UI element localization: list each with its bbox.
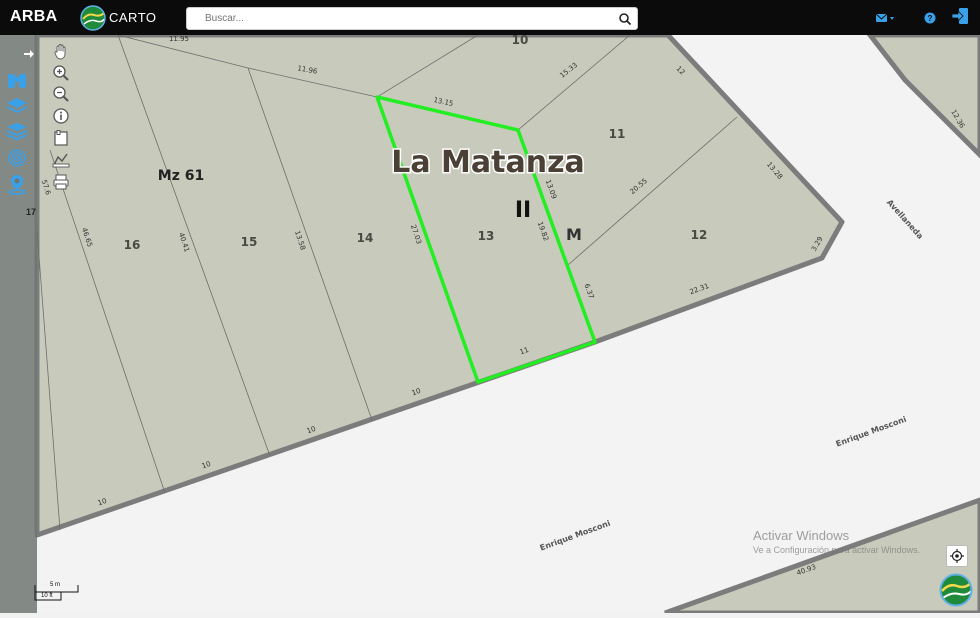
- parcel-10: 10: [512, 35, 529, 47]
- binoculars-icon[interactable]: [5, 69, 29, 91]
- watermark-title: Activar Windows: [753, 528, 850, 543]
- measure: 19.82: [536, 221, 550, 243]
- street-mosconi-upper: Enrique Mosconi: [835, 415, 908, 449]
- bookmark-icon[interactable]: [50, 128, 72, 148]
- measure: 10: [306, 425, 317, 436]
- measure: 10: [411, 387, 422, 398]
- search-box[interactable]: [186, 7, 638, 30]
- measure: 3.29: [810, 235, 825, 253]
- scale-metric: 5 m: [50, 582, 61, 588]
- parcel-map[interactable]: La Matanza II M Mz 61 16 15 14 13 11 12 …: [0, 32, 980, 616]
- measure: 11.95: [169, 35, 189, 43]
- locate-button[interactable]: [946, 545, 968, 567]
- measure: 10: [201, 460, 212, 471]
- layers-icon[interactable]: [5, 95, 29, 117]
- circunscripcion-label: II: [515, 198, 531, 223]
- parcel-14: 14: [357, 231, 374, 245]
- arba-logo[interactable]: ARBA: [10, 8, 57, 26]
- svg-text:?: ?: [928, 14, 933, 23]
- measure: 13.28: [765, 160, 784, 180]
- scale-bar: 5 m 10 ft: [34, 582, 84, 604]
- top-bar: ARBA CARTO ?: [0, 0, 980, 35]
- search-input[interactable]: [187, 8, 607, 29]
- globe-icon: [80, 4, 106, 31]
- watermark-subtitle: Ve a Configuración para activar Windows.: [753, 545, 921, 555]
- measure: 20.55: [628, 177, 648, 196]
- layers-stack-icon[interactable]: [5, 121, 29, 143]
- measure: 46.65: [80, 227, 94, 249]
- map-toolbox: [50, 42, 72, 192]
- seccion-label: M: [566, 225, 582, 244]
- measure-icon[interactable]: [50, 150, 72, 170]
- measure: 40.93: [796, 563, 818, 577]
- scale-imperial: 10 ft: [41, 593, 53, 599]
- parcel-16: 16: [124, 238, 141, 252]
- search-icon[interactable]: [618, 12, 632, 26]
- measure: 12: [674, 65, 686, 77]
- location-icon[interactable]: [5, 173, 29, 195]
- measure: 10: [97, 497, 108, 508]
- hand-icon[interactable]: [50, 42, 72, 62]
- side-label: 17: [26, 207, 37, 217]
- crosshair-icon: [950, 549, 964, 563]
- measure: 13.09: [544, 179, 558, 201]
- parcel-13: 13: [478, 229, 495, 243]
- measure: 13.15: [433, 96, 454, 108]
- zoom-in-icon[interactable]: [50, 63, 72, 83]
- arrow-right-icon[interactable]: [22, 43, 36, 65]
- manzana-label: Mz 61: [158, 168, 204, 184]
- print-icon[interactable]: [50, 172, 72, 192]
- zoom-out-icon[interactable]: [50, 84, 72, 104]
- measure: 6.37: [582, 283, 595, 300]
- logout-icon[interactable]: [950, 8, 970, 24]
- street-mosconi-lower: Enrique Mosconi: [539, 519, 612, 553]
- measure: 13.58: [293, 230, 307, 252]
- sidebar: 17: [0, 35, 37, 613]
- envelope-icon[interactable]: [875, 10, 895, 26]
- parcel-12: 12: [691, 228, 708, 242]
- measure: 22.31: [689, 282, 711, 296]
- windows-watermark: Activar Windows Ve a Configuración para …: [753, 528, 920, 555]
- measure: 27.03: [409, 224, 423, 246]
- measure: 40.41: [177, 232, 191, 254]
- info-icon[interactable]: [50, 106, 72, 126]
- parcel-15: 15: [241, 235, 258, 249]
- street-avellaneda: Avellaneda: [885, 198, 925, 241]
- fingerprint-icon[interactable]: [5, 147, 29, 169]
- carto-label: CARTO: [109, 10, 157, 25]
- locality-label: La Matanza: [391, 145, 585, 180]
- measure: 12.36: [949, 108, 966, 130]
- measure: 11.96: [297, 64, 319, 75]
- measure: 15.33: [558, 61, 579, 80]
- carto-logo[interactable]: CARTO: [80, 4, 157, 31]
- carto-globe-icon[interactable]: [939, 573, 973, 607]
- parcel-11: 11: [609, 127, 626, 141]
- measure: 11: [519, 346, 530, 357]
- help-icon[interactable]: ?: [924, 10, 936, 26]
